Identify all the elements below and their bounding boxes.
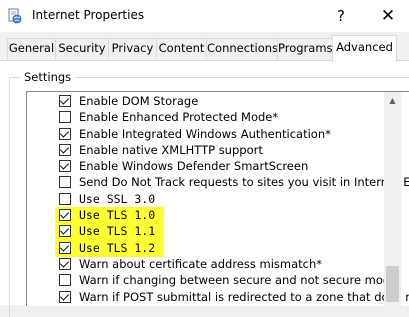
list-item[interactable]: Use TLS 1.0 xyxy=(27,207,367,225)
setting-checkbox[interactable] xyxy=(59,274,71,287)
tab-security[interactable]: Security xyxy=(55,38,109,59)
tab-advanced[interactable]: Advanced xyxy=(332,35,397,62)
list-item[interactable]: Enable Enhanced Protected Mode* xyxy=(27,110,367,126)
tab-programs[interactable]: Programs xyxy=(277,38,333,59)
setting-checkbox[interactable] xyxy=(59,95,71,107)
list-item[interactable]: Warn about certificate address mismatch* xyxy=(27,257,367,273)
checkmark-icon xyxy=(59,95,70,105)
list-item[interactable]: Use TLS 1.2 xyxy=(27,239,367,257)
setting-label: Enable Windows Defender SmartScreen xyxy=(79,159,309,174)
list-item[interactable]: Enable DOM Storage xyxy=(27,94,367,110)
setting-checkbox[interactable] xyxy=(59,143,71,156)
advanced-panel: Settings Enable DOM Storage Enable Enhanc… xyxy=(0,60,409,317)
vertical-scrollbar[interactable]: ▲ xyxy=(384,92,401,306)
setting-label: Warn if POST submittal is redirected to … xyxy=(79,289,409,304)
setting-checkbox[interactable] xyxy=(59,192,71,205)
scroll-up-arrow-icon[interactable]: ▲ xyxy=(384,92,401,109)
checkmark-icon xyxy=(59,290,70,301)
settings-list: Enable DOM Storage Enable Enhanced Protec… xyxy=(27,94,409,306)
settings-listbox[interactable]: Enable DOM Storage Enable Enhanced Protec… xyxy=(26,91,409,306)
setting-label: Use TLS 1.0 xyxy=(79,208,156,223)
tab-connections[interactable]: Connections xyxy=(206,38,278,59)
list-item[interactable]: Use TLS 1.1 xyxy=(27,223,367,241)
tab-general[interactable]: General xyxy=(7,38,56,59)
list-item[interactable]: Enable Integrated Windows Authentication… xyxy=(27,127,367,143)
setting-checkbox[interactable] xyxy=(59,160,71,173)
setting-label: Warn about certificate address mismatch* xyxy=(79,256,323,271)
checkmark-icon xyxy=(59,258,70,268)
internet-properties-icon xyxy=(7,8,23,24)
setting-checkbox[interactable] xyxy=(59,257,71,270)
help-button[interactable]: ? xyxy=(320,0,362,32)
list-item[interactable]: Enable Windows Defender SmartScreen xyxy=(27,159,367,175)
setting-label: Enable native XMLHTTP support xyxy=(79,142,263,157)
checkmark-icon xyxy=(59,225,70,235)
tab-privacy[interactable]: Privacy xyxy=(108,38,157,59)
list-item[interactable]: Send Do Not Track requests to sites you … xyxy=(27,175,409,191)
setting-label: Use TLS 1.1 xyxy=(79,224,156,239)
setting-checkbox[interactable] xyxy=(59,241,71,254)
checkmark-icon xyxy=(59,242,70,252)
setting-checkbox[interactable] xyxy=(59,176,71,189)
checkmark-icon xyxy=(59,127,70,138)
checkmark-icon xyxy=(59,160,70,170)
window-title: Internet Properties xyxy=(32,8,145,22)
setting-checkbox[interactable] xyxy=(59,127,71,140)
setting-label: Use SSL 3.0 xyxy=(79,191,156,206)
tab-content[interactable]: Content xyxy=(156,38,207,59)
title-bar: Internet Properties ? ✕ xyxy=(0,0,409,32)
setting-checkbox[interactable] xyxy=(59,209,71,222)
setting-label: Enable Enhanced Protected Mode* xyxy=(79,110,279,125)
close-button[interactable]: ✕ xyxy=(367,0,409,32)
setting-checkbox[interactable] xyxy=(59,225,71,238)
group-border-left xyxy=(9,77,10,317)
checkmark-icon xyxy=(59,209,70,219)
list-item[interactable]: Use SSL 3.0 xyxy=(27,192,367,208)
setting-label: Send Do Not Track requests to sites you … xyxy=(79,175,409,190)
settings-group-label: Settings xyxy=(20,70,76,84)
list-item[interactable]: Warn if POST submittal is redirected to … xyxy=(27,290,409,306)
list-item[interactable]: Enable native XMLHTTP support xyxy=(27,143,367,159)
setting-label: Enable DOM Storage xyxy=(79,94,199,108)
setting-label: Use TLS 1.2 xyxy=(79,240,156,255)
list-item[interactable]: Warn if changing between secure and not … xyxy=(27,273,397,289)
checkmark-icon xyxy=(59,144,70,154)
setting-checkbox[interactable] xyxy=(59,290,71,303)
setting-label: Warn if changing between secure and not … xyxy=(79,273,398,288)
setting-checkbox[interactable] xyxy=(59,111,71,124)
scroll-thumb[interactable] xyxy=(386,266,399,302)
setting-label: Enable Integrated Windows Authentication… xyxy=(79,126,331,141)
